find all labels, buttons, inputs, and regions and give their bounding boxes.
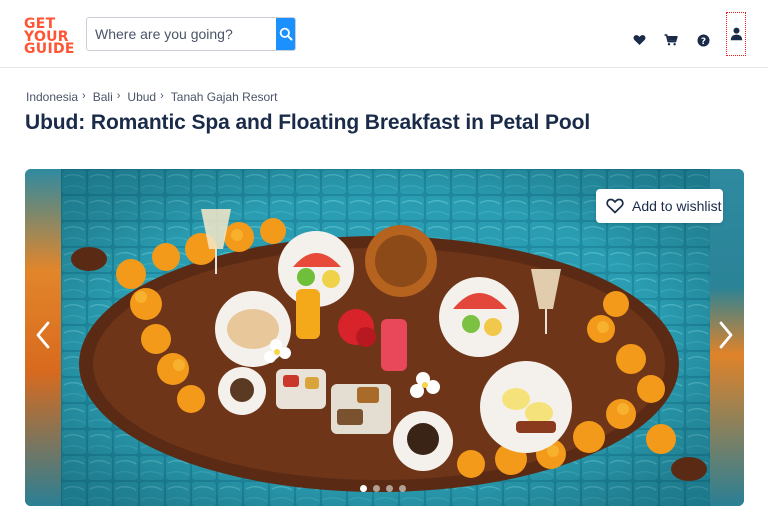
cart-icon (664, 34, 678, 46)
carousel-dot-3[interactable] (386, 485, 393, 492)
carousel-dot-4[interactable] (399, 485, 406, 492)
profile-icon (730, 27, 742, 41)
page-title: Ubud: Romantic Spa and Floating Breakfas… (25, 111, 591, 134)
chevron-right-icon (719, 321, 733, 349)
previous-photo-button[interactable] (31, 315, 55, 355)
carousel-dot-1[interactable] (360, 485, 367, 492)
heart-outline-icon (606, 198, 624, 214)
header-nav-icons: ? (630, 12, 746, 56)
heart-icon (633, 35, 645, 45)
cart-nav-button[interactable] (662, 31, 680, 49)
chevron-left-icon (36, 321, 50, 349)
breadcrumb-item-bali[interactable]: Bali (93, 90, 113, 104)
search-bar (86, 17, 296, 51)
next-photo-button[interactable] (714, 315, 738, 355)
chevron-right-icon: › (82, 90, 86, 102)
top-header: GET YOUR GUIDE Where are you going? ? (0, 0, 768, 68)
profile-nav-button[interactable] (726, 12, 746, 56)
help-icon: ? (697, 34, 709, 46)
add-to-wishlist-button[interactable]: Add to wishlist (596, 189, 723, 223)
svg-text:?: ? (700, 36, 705, 46)
breadcrumb: Indonesia › Bali › Ubud › Tanah Gajah Re… (26, 90, 278, 104)
search-icon (279, 27, 292, 41)
getyourguide-logo[interactable]: GET YOUR GUIDE (24, 17, 75, 58)
logo-line-3: GUIDE (24, 41, 75, 57)
search-input[interactable] (87, 18, 276, 50)
search-button[interactable] (276, 18, 295, 50)
chevron-right-icon: › (116, 90, 121, 102)
wishlist-nav-button[interactable] (630, 31, 648, 49)
help-nav-button[interactable]: ? (694, 31, 712, 49)
chevron-right-icon: › (160, 90, 164, 102)
photo-gallery: Add to wishlist (25, 169, 744, 506)
wishlist-label: Add to wishlist (632, 198, 722, 214)
carousel-dots (360, 485, 406, 492)
breadcrumb-item-tanah-gajah-resort[interactable]: Tanah Gajah Resort (171, 90, 278, 104)
breadcrumb-item-ubud[interactable]: Ubud (127, 90, 156, 104)
carousel-dot-2[interactable] (373, 485, 380, 492)
breadcrumb-item-indonesia[interactable]: Indonesia (26, 90, 78, 104)
